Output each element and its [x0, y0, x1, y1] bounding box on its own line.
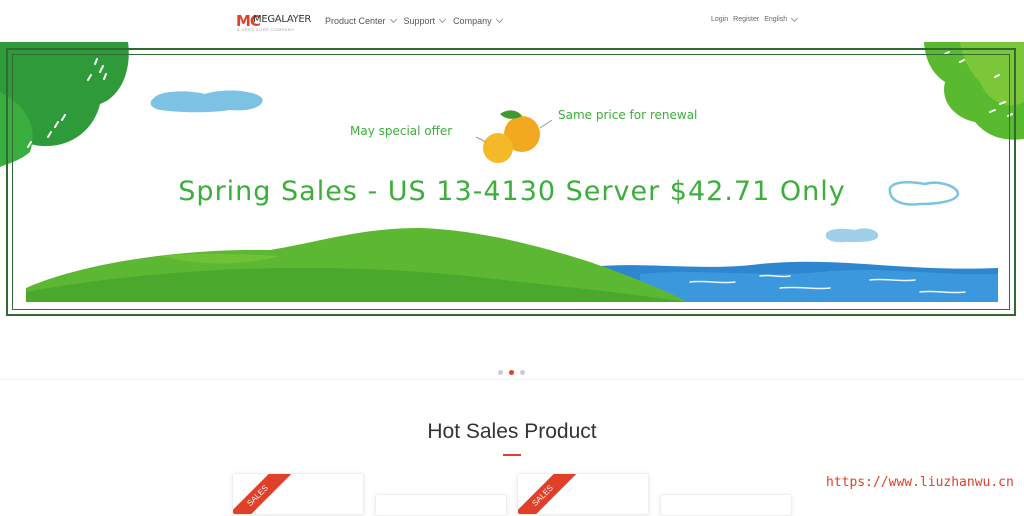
carousel-dots — [498, 370, 525, 375]
chevron-down-icon — [389, 15, 397, 24]
logo-tagline: A VPSS CORP COMPANY — [237, 27, 295, 32]
banner-headline: Spring Sales - US 13-4130 Server $42.71 … — [178, 176, 846, 207]
carousel-dot-active[interactable] — [509, 370, 514, 375]
product-card[interactable]: SALES — [232, 473, 364, 515]
site-logo[interactable]: MC MEGALAYER A VPSS CORP COMPANY — [236, 12, 312, 34]
note-renewal: Same price for renewal — [558, 108, 698, 122]
product-card[interactable]: SALES — [517, 473, 649, 515]
carousel-dot[interactable] — [520, 370, 525, 375]
product-card[interactable] — [375, 494, 507, 516]
nav-label: Support — [403, 16, 436, 26]
site-watermark: https://www.liuzhanwu.cn — [826, 475, 1014, 490]
chevron-down-icon — [495, 15, 503, 24]
carousel-dot[interactable] — [498, 370, 503, 375]
account-links: Login Register English — [711, 14, 799, 23]
title-underline — [503, 454, 521, 456]
sales-ribbon: SALES — [233, 474, 296, 514]
language-selector[interactable]: English — [764, 14, 799, 23]
register-link[interactable]: Register — [733, 16, 759, 23]
sales-ribbon: SALES — [518, 474, 581, 514]
nav-support[interactable]: Support — [403, 15, 447, 26]
nav-product-center[interactable]: Product Center — [325, 15, 397, 26]
nav-label: Company — [453, 16, 492, 26]
logo-name: MEGALAYER — [253, 14, 312, 25]
nav-label: Product Center — [325, 16, 386, 26]
section-divider — [0, 379, 1024, 380]
chevron-down-icon — [439, 15, 447, 24]
nav-company[interactable]: Company — [453, 15, 503, 26]
main-nav: Product Center Support Company — [325, 15, 503, 26]
language-label: English — [764, 16, 788, 23]
product-card[interactable] — [660, 494, 792, 516]
chevron-down-icon — [791, 14, 799, 22]
site-header: MC MEGALAYER A VPSS CORP COMPANY Product… — [0, 0, 1024, 42]
login-link[interactable]: Login — [711, 16, 728, 23]
note-may-offer: May special offer — [350, 124, 453, 138]
hot-sales-title: Hot Sales Product — [427, 420, 597, 443]
promo-banner[interactable]: May special offer Same price for renewal… — [0, 42, 1024, 322]
